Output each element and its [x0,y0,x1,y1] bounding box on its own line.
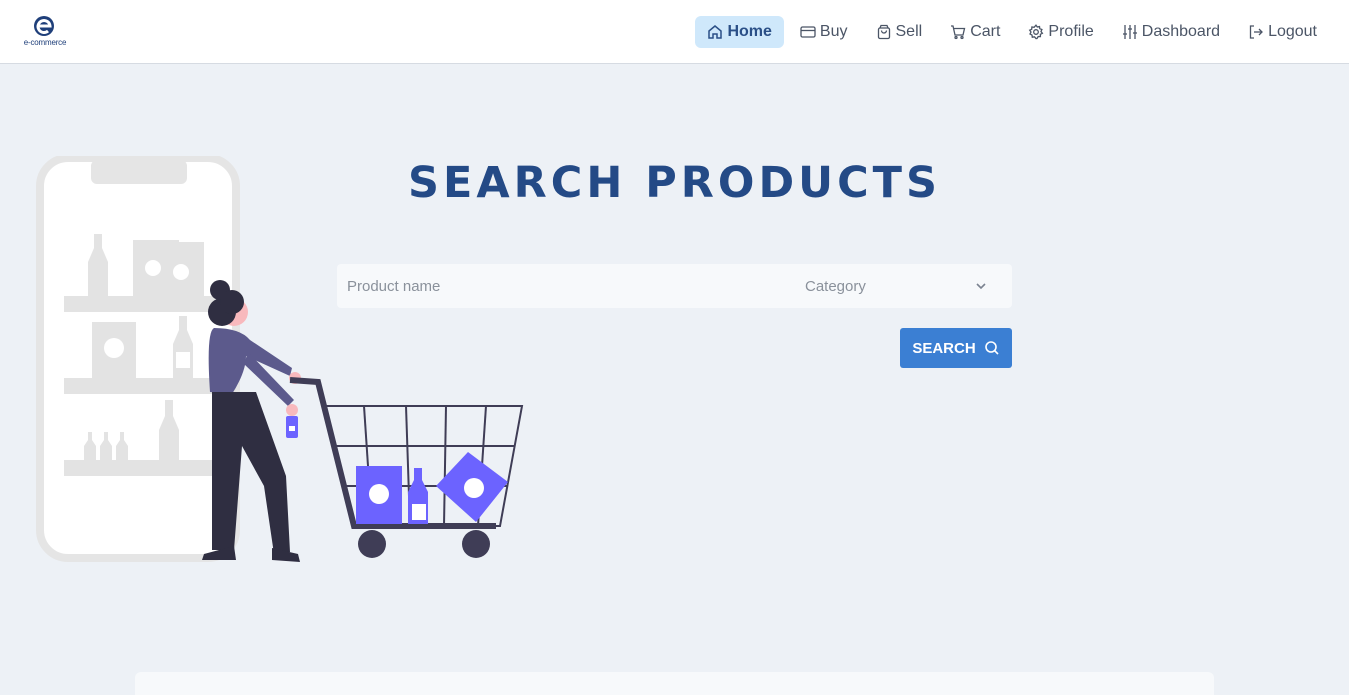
nav-home[interactable]: Home [695,16,784,48]
nav-buy[interactable]: Buy [788,16,860,48]
nav-sell[interactable]: Sell [864,16,935,48]
search-button[interactable]: SEARCH [900,328,1012,368]
main-nav: Home Buy Sell Cart Profile Dashboard Log… [695,16,1329,48]
nav-cart-label: Cart [970,23,1001,40]
nav-sell-label: Sell [895,23,923,40]
nav-cart[interactable]: Cart [938,16,1012,48]
nav-profile-label: Profile [1048,23,1094,40]
phone-shelf-graphic [36,156,240,562]
gear-icon [1028,24,1044,40]
nav-dashboard-label: Dashboard [1141,23,1221,40]
product-name-input[interactable] [337,264,805,308]
nav-home-label: Home [727,23,772,40]
cart-graphic [289,377,524,558]
cart-icon [950,24,966,40]
shopping-illustration [36,156,524,562]
bag-icon [876,24,892,40]
page-title: SEARCH PRODUCTS [408,158,941,208]
nav-logout-label: Logout [1268,23,1317,40]
search-box: Category [337,264,1012,308]
search-icon [984,341,999,355]
nav-logout[interactable]: Logout [1236,16,1329,48]
results-panel [135,672,1214,695]
category-select[interactable]: Category [805,264,1012,308]
search-button-label: SEARCH [912,339,976,357]
chevron-down-icon [976,283,986,290]
nav-buy-label: Buy [819,23,848,40]
nav-profile[interactable]: Profile [1016,16,1105,48]
sliders-icon [1122,24,1138,40]
navbar: e-commerce Home Buy Sell Cart Profile Da… [0,0,1349,64]
nav-dashboard[interactable]: Dashboard [1110,16,1232,48]
logo[interactable]: e-commerce [20,15,70,49]
logo-text: e-commerce [23,38,67,47]
category-select-label: Category [805,277,866,295]
home-icon [707,24,723,40]
shopper-figure [202,280,301,562]
card-icon [800,24,816,40]
logo-icon [34,16,54,36]
logout-icon [1248,24,1264,40]
